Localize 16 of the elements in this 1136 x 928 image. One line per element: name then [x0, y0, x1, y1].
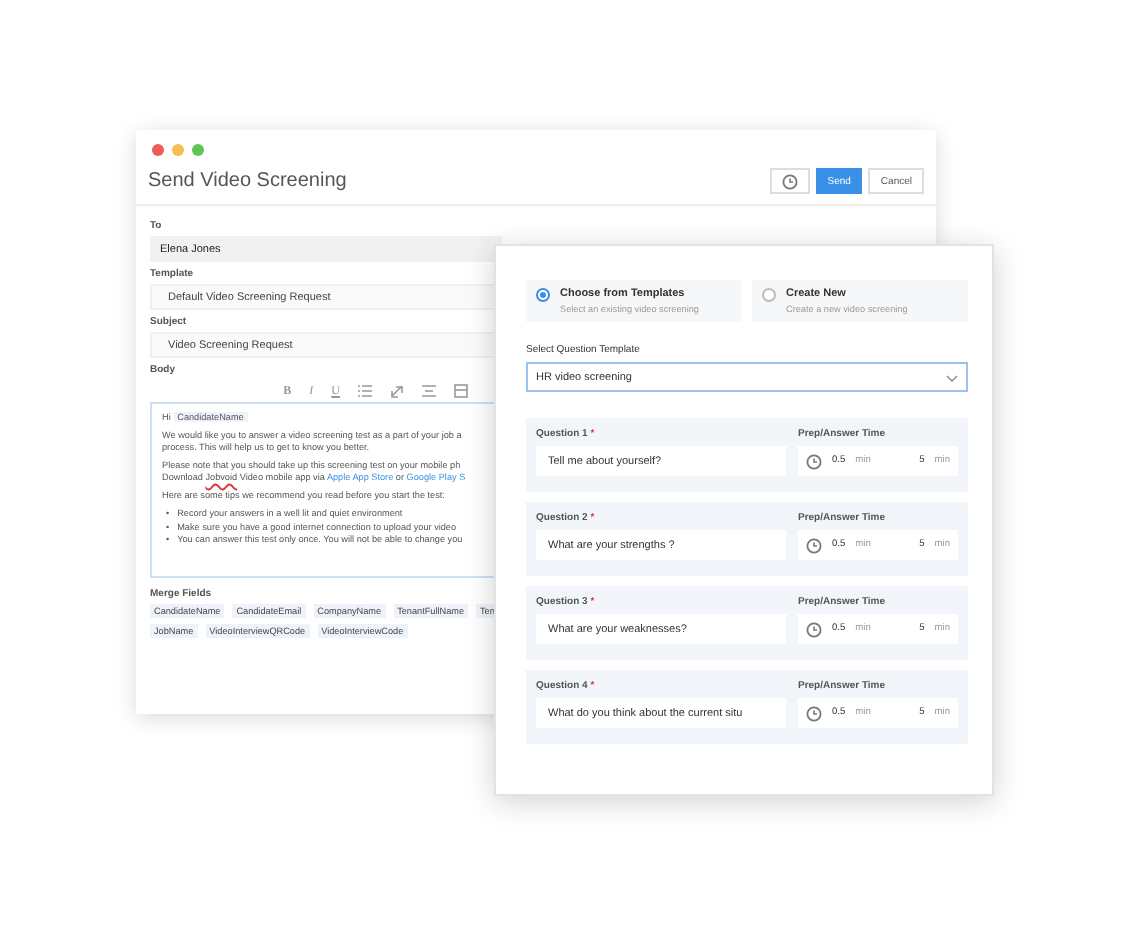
- window-control-dot[interactable]: [172, 144, 184, 156]
- chevron-down-icon: [946, 373, 958, 381]
- window-title: Send Video Screening: [148, 170, 349, 192]
- window-control-dot[interactable]: [152, 144, 164, 156]
- list-icon[interactable]: [358, 384, 372, 398]
- clock-icon: [806, 537, 822, 553]
- clock-icon: [806, 621, 822, 637]
- clock-icon: [781, 173, 798, 189]
- history-button[interactable]: [769, 168, 810, 194]
- clock-icon: [806, 453, 822, 469]
- radio-button[interactable]: [762, 288, 776, 302]
- radio-button[interactable]: [536, 288, 550, 302]
- window-control-dot[interactable]: [192, 144, 204, 156]
- clock-icon: [806, 705, 822, 721]
- align-icon[interactable]: [422, 384, 436, 398]
- image-icon[interactable]: [454, 384, 468, 398]
